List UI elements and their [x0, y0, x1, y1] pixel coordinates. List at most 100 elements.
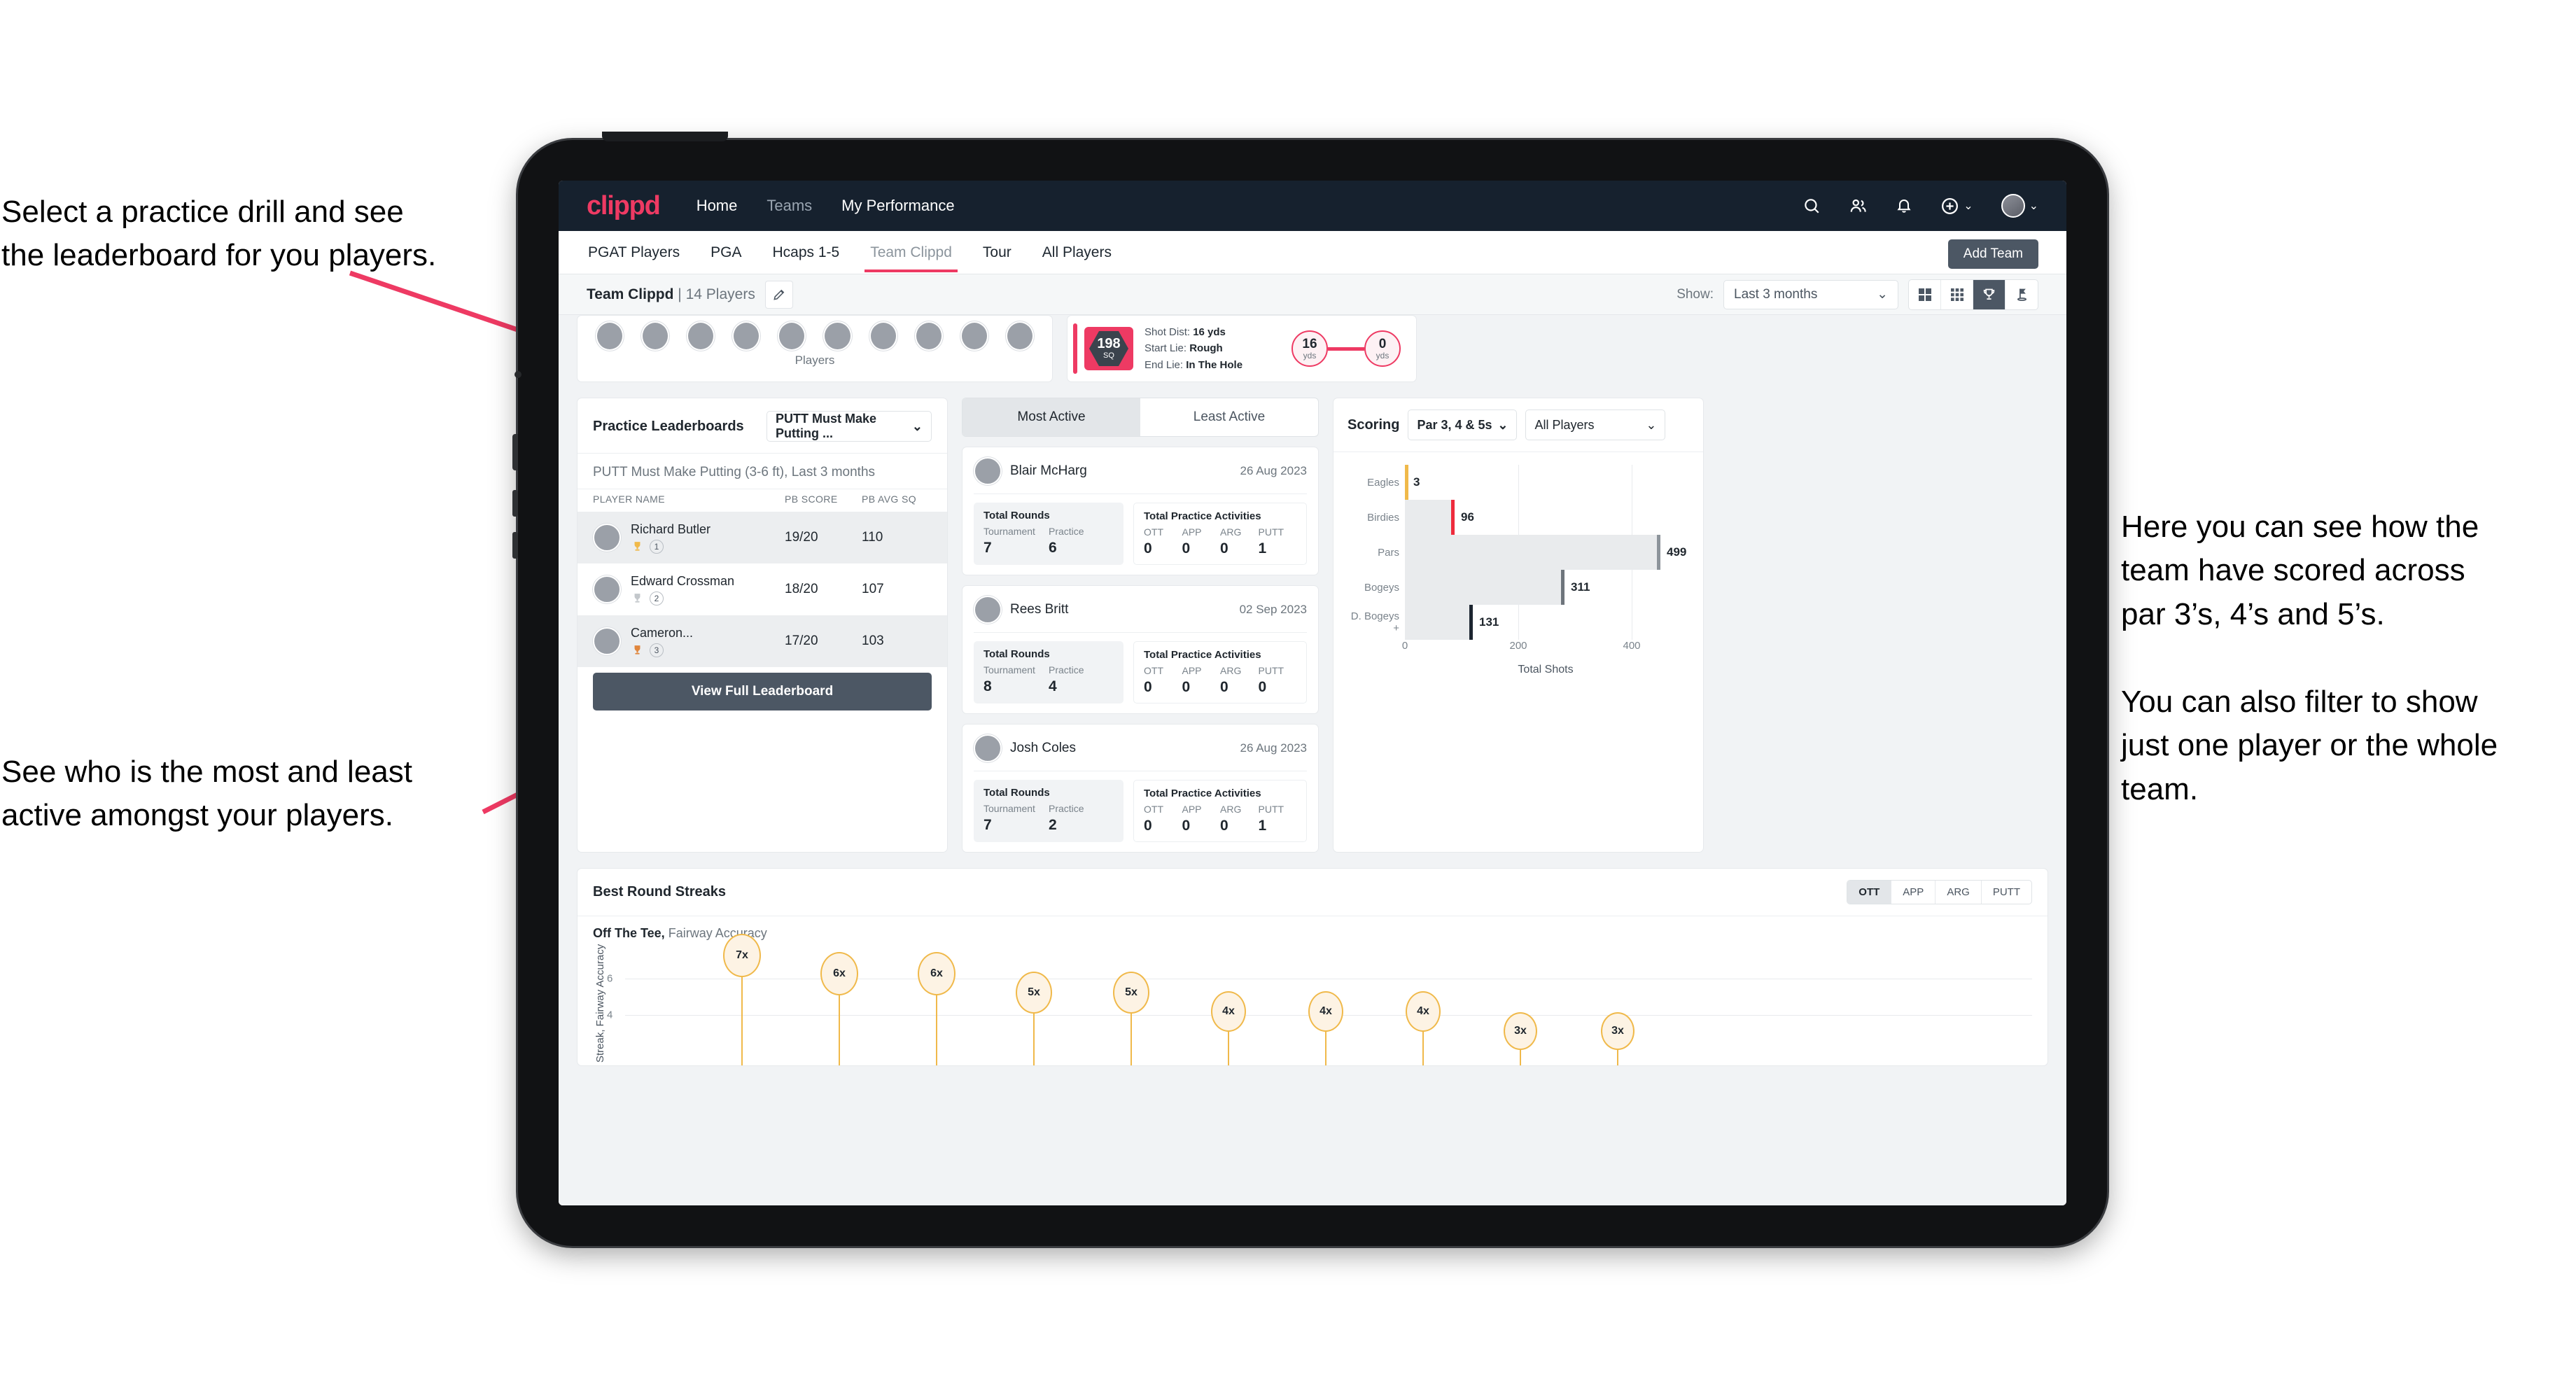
bar-row-pars: Pars 499	[1350, 535, 1686, 570]
avatar[interactable]	[641, 321, 670, 351]
avatar[interactable]	[869, 321, 897, 351]
nav-link-home[interactable]: Home	[696, 197, 738, 215]
tab-hcaps-1-5[interactable]: Hcaps 1-5	[771, 233, 841, 272]
team-tabs: PGAT Players PGA Hcaps 1-5 Team Clippd T…	[559, 231, 2066, 274]
dashboard-content: Players 198 SQ Shot Dist: 16 yds Start L…	[559, 315, 2066, 1205]
bar-double-bogeys	[1405, 605, 1472, 640]
best-round-streaks-card: Best Round Streaks OTT APP ARG PUTT Off …	[577, 868, 2048, 1066]
add-team-button[interactable]: Add Team	[1947, 239, 2038, 269]
streaks-header: Best Round Streaks OTT APP ARG PUTT	[578, 869, 2047, 916]
par-filter-select[interactable]: Par 3, 4 & 5s ⌄	[1408, 410, 1518, 440]
arg-stat: ARG 0	[1220, 665, 1259, 696]
grid-small-icon[interactable]	[1941, 279, 1973, 309]
app-label: APP	[1182, 804, 1202, 815]
avatar[interactable]	[778, 321, 806, 351]
tab-tour[interactable]: Tour	[981, 233, 1013, 272]
annotation-left-top-line1: Select a practice drill and see	[1, 195, 404, 229]
segment-putt[interactable]: PUTT	[1982, 881, 2031, 904]
scoring-bar-chart: Eagles 3 Birdies 96 Pars 499 Bogeys 311 …	[1334, 452, 1703, 678]
practice-activities-values: OTT 0 APP 0 ARG	[1144, 804, 1296, 834]
plus-circle-icon[interactable]	[1940, 197, 1959, 216]
practice-label: Practice	[1049, 803, 1084, 814]
tablet-device-frame: clippd Home Teams My Performance ⌄ ⌄ PGA…	[512, 132, 2107, 1246]
total-rounds-heading: Total Rounds	[983, 510, 1050, 522]
stem	[741, 962, 743, 1065]
top-row: Players 198 SQ Shot Dist: 16 yds Start L…	[577, 315, 2048, 382]
putt-label: PUTT	[1258, 804, 1284, 815]
activity-stats: Total Rounds Tournament 8 Practice 4 Tot…	[974, 641, 1307, 704]
tab-pga[interactable]: PGA	[709, 233, 743, 272]
annotation-right-line1: Here you can see how the	[2121, 510, 2479, 544]
putt-value: 1	[1258, 818, 1267, 834]
tournament-stat: Tournament 7	[983, 803, 1049, 834]
segment-arg[interactable]: ARG	[1935, 881, 1982, 904]
shot-quality-badge: 198 SQ	[1084, 327, 1133, 370]
tab-most-active[interactable]: Most Active	[962, 398, 1140, 436]
activity-stats: Total Rounds Tournament 7 Practice	[974, 503, 1307, 565]
view-full-leaderboard-button[interactable]: View Full Leaderboard	[593, 673, 932, 710]
volume-down-button[interactable]	[512, 532, 518, 559]
arg-label: ARG	[1220, 665, 1242, 676]
search-icon[interactable]	[1802, 197, 1821, 215]
list-item[interactable]: Josh Coles 26 Aug 2023 Total Rounds Tour…	[962, 724, 1319, 853]
table-row[interactable]: Edward Crossman 2 18/20 107	[578, 564, 947, 615]
total-rounds-box: Total Rounds Tournament 7 Practice	[974, 780, 1124, 842]
bar-row-double-bogeys: D. Bogeys + 131	[1350, 605, 1686, 640]
streaks-lollipop-chart: Streak, Fairway Accuracy 6 4 7x 6x 6x 5x…	[593, 934, 2032, 1065]
practice-value: 4	[1049, 678, 1057, 694]
table-row[interactable]: Cameron... 3 17/20 103	[578, 615, 947, 667]
avatar	[593, 524, 621, 552]
bar-cap-eagles	[1405, 465, 1408, 500]
players-avatars	[578, 316, 1052, 351]
list-item[interactable]: Rees Britt 02 Sep 2023 Total Rounds Tour…	[962, 585, 1319, 714]
point-label: 6x	[918, 952, 955, 995]
shot-start-value: 16	[1302, 336, 1317, 351]
avatar[interactable]	[914, 321, 943, 351]
arg-value: 0	[1220, 540, 1228, 556]
tab-pgat-players[interactable]: PGAT Players	[587, 233, 681, 272]
avatar[interactable]	[823, 321, 852, 351]
player-name: Rees Britt	[1010, 602, 1069, 617]
profile-menu[interactable]: ⌄	[2001, 194, 2038, 218]
pencil-icon[interactable]	[764, 280, 793, 309]
create-menu[interactable]: ⌄	[1940, 197, 1973, 216]
point-label: 4x	[1308, 991, 1343, 1032]
volume-up-button[interactable]	[512, 490, 518, 517]
activity-item-header: Blair McHarg 26 Aug 2023	[974, 457, 1307, 485]
trophy-icon[interactable]	[1973, 279, 2005, 309]
scoring-plot-area: Eagles 3 Birdies 96 Pars 499 Bogeys 311 …	[1350, 465, 1686, 640]
people-icon[interactable]	[1849, 197, 1868, 215]
avatar[interactable]	[596, 321, 624, 351]
drill-select-value: PUTT Must Make Putting ...	[776, 412, 877, 440]
grid-large-icon[interactable]	[1909, 279, 1941, 309]
drill-select[interactable]: PUTT Must Make Putting ... ⌄	[766, 411, 932, 442]
bar-row-birdies: Birdies 96	[1350, 500, 1686, 535]
avatar[interactable]	[960, 321, 988, 351]
avatar[interactable]	[732, 321, 761, 351]
practice-stat: Practice 4	[1049, 664, 1114, 695]
tab-team-clippd[interactable]: Team Clippd	[864, 233, 958, 272]
flagstick-icon[interactable]	[2005, 280, 2038, 309]
activity-item-header: Josh Coles 26 Aug 2023	[974, 734, 1307, 762]
avatar[interactable]	[1005, 321, 1034, 351]
player-filter-select[interactable]: All Players ⌄	[1525, 410, 1666, 440]
middle-row: Practice Leaderboards PUTT Must Make Put…	[577, 398, 2048, 853]
date-range-select[interactable]: Last 3 months ⌄	[1723, 279, 1898, 309]
shot-end-unit: yds	[1376, 350, 1390, 360]
nav-link-my-performance[interactable]: My Performance	[841, 197, 954, 215]
streaks-segment-group: OTT APP ARG PUTT	[1847, 880, 2032, 904]
ott-label: OTT	[1144, 665, 1163, 676]
tab-all-players[interactable]: All Players	[1041, 233, 1113, 272]
clippd-logo[interactable]: clippd	[587, 191, 661, 221]
avatar[interactable]	[2001, 194, 2025, 218]
tab-least-active[interactable]: Least Active	[1140, 398, 1318, 436]
list-item[interactable]: Blair McHarg 26 Aug 2023 Total Rounds To…	[962, 447, 1319, 575]
nav-link-teams[interactable]: Teams	[766, 197, 812, 215]
segment-ott[interactable]: OTT	[1847, 881, 1892, 904]
avatar[interactable]	[687, 321, 715, 351]
segment-app[interactable]: APP	[1891, 881, 1936, 904]
app-label: APP	[1182, 526, 1202, 538]
table-row[interactable]: Richard Butler 1 19/20 110	[578, 512, 947, 564]
bell-icon[interactable]	[1896, 197, 1912, 215]
total-practice-activities-box: Total Practice Activities OTT 0 APP 0 AR…	[1133, 503, 1307, 565]
